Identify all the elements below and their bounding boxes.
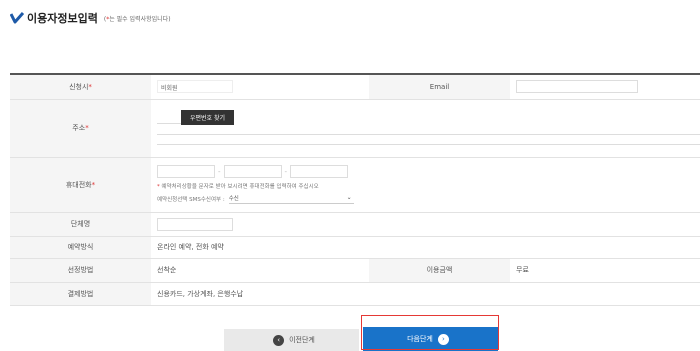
email-input[interactable] bbox=[516, 80, 638, 94]
phone-value-cell: - - * 예약처리상황을 문자로 받아 보시려면 휴대전화를 입력하여 주십시오… bbox=[151, 157, 700, 213]
usage-fee-value: 무료 bbox=[510, 258, 700, 283]
phone-row: 휴대전화* - - * 예약처리상황을 문자로 받아 보시려면 휴대전화를 입력하… bbox=[10, 157, 700, 213]
phone-first-input[interactable] bbox=[157, 165, 215, 178]
sms-select[interactable]: 수신 ⌄ bbox=[228, 194, 354, 204]
applicant-field[interactable]: 비회원 bbox=[157, 80, 233, 94]
reservation-method-label: 예약방식 bbox=[10, 236, 151, 259]
user-info-form: 신청시* 비회원 Email 주소* 우편번호 찾기 휴대전화* - - * 예약… bbox=[10, 73, 700, 306]
address-line1-input[interactable] bbox=[157, 125, 700, 135]
email-label: Email bbox=[369, 74, 510, 100]
address-label: 주소* bbox=[10, 99, 151, 158]
reservation-method-row: 예약방식 온라인 예약, 전화 예약 bbox=[10, 236, 700, 259]
applicant-row: 신청시* 비회원 Email bbox=[10, 74, 700, 100]
applicant-value-cell: 비회원 bbox=[151, 74, 369, 100]
phone-last-input[interactable] bbox=[290, 165, 349, 178]
payment-method-value: 신용카드, 가상계좌, 은행수납 bbox=[151, 282, 700, 306]
phone-middle-input[interactable] bbox=[223, 165, 282, 178]
group-row: 단체명 bbox=[10, 212, 700, 237]
phone-dash-1: - bbox=[218, 167, 221, 176]
email-value-cell bbox=[510, 74, 700, 100]
address-line2-input[interactable] bbox=[157, 135, 700, 145]
previous-step-label: 이전단계 bbox=[289, 336, 315, 344]
payment-row: 결제방법 신용카드, 가상계좌, 은행수납 bbox=[10, 282, 700, 306]
phone-note: * 예약처리상황을 문자로 받아 보시려면 휴대전화를 입력하여 주십시오 bbox=[157, 184, 319, 190]
zipcode-search-button[interactable]: 우편번호 찾기 bbox=[181, 109, 235, 125]
selection-row: 선정방법 선착순 이용금액 무료 bbox=[10, 258, 700, 283]
sms-consent: 예약신청선택 SMS수신여부 : 수신 ⌄ bbox=[157, 194, 700, 204]
left-arrow-circle-icon: ‹ bbox=[273, 334, 285, 346]
phone-dash-2: - bbox=[284, 167, 288, 176]
address-row: 주소* 우편번호 찾기 bbox=[10, 99, 700, 158]
check-logo-icon bbox=[10, 12, 24, 24]
group-value-cell bbox=[151, 212, 700, 237]
chevron-down-icon: ⌄ bbox=[346, 194, 352, 201]
applicant-label: 신청시* bbox=[10, 74, 151, 100]
group-label: 단체명 bbox=[10, 212, 151, 237]
page-header: 이용자정보입력 (*는 필수 입력사항입니다) bbox=[10, 10, 171, 26]
zipcode-input[interactable] bbox=[157, 110, 181, 124]
group-input[interactable] bbox=[157, 217, 233, 231]
selection-method-value: 선착순 bbox=[151, 258, 369, 283]
address-value-cell: 우편번호 찾기 bbox=[151, 99, 700, 158]
sms-label: 예약신청선택 SMS수신여부 : bbox=[157, 197, 225, 203]
previous-step-button[interactable]: ‹ 이전단계 bbox=[224, 329, 359, 351]
required-note: (*는 필수 입력사항입니다) bbox=[103, 15, 171, 23]
next-step-highlight bbox=[361, 315, 499, 350]
reservation-method-value: 온라인 예약, 전화 예약 bbox=[151, 236, 700, 259]
selection-method-label: 선정방법 bbox=[10, 258, 151, 283]
usage-fee-label: 이용금액 bbox=[369, 258, 510, 283]
payment-method-label: 결제방법 bbox=[10, 282, 151, 306]
page-title: 이용자정보입력 bbox=[27, 12, 98, 25]
phone-label: 휴대전화* bbox=[10, 157, 151, 213]
